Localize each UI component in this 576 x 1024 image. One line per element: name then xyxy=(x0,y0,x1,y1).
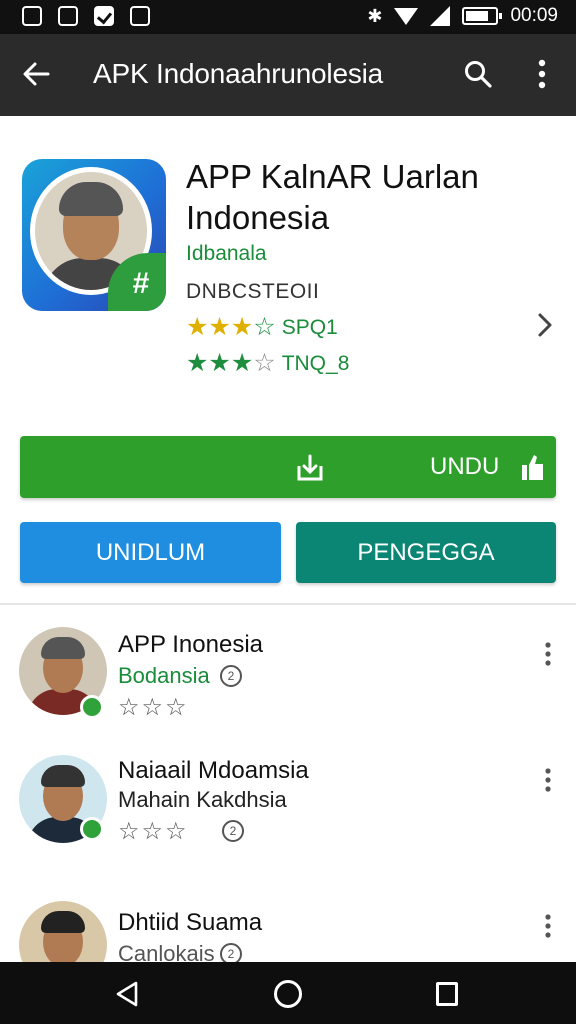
back-arrow-icon[interactable] xyxy=(22,60,50,88)
app-size: DNBCSTEOII xyxy=(186,280,320,303)
signal-icon xyxy=(430,6,451,26)
install-label: UNDU xyxy=(430,453,500,480)
star-filled-icon: ★ xyxy=(186,313,209,341)
app-developer[interactable]: Idbanala xyxy=(186,242,267,266)
star-rating-2: ★★★☆ xyxy=(186,349,276,378)
star-filled-icon: ★ xyxy=(208,349,231,377)
list-item-subtitle: Mahain Kakdhsia xyxy=(118,787,287,812)
stats-icon xyxy=(130,6,150,26)
star-empty-icon: ☆ xyxy=(165,694,189,721)
info-icon: 2 xyxy=(222,820,244,842)
wifi-icon xyxy=(394,7,419,25)
verified-badge-icon xyxy=(80,695,104,719)
list-item-title: Dhtiid Suama xyxy=(118,909,263,936)
chevron-right-icon[interactable] xyxy=(534,312,556,338)
more-vert-icon[interactable] xyxy=(528,58,556,90)
app-bar: APK Indonaahrunolesia xyxy=(0,34,576,116)
star-empty-icon: ☆ xyxy=(118,818,142,845)
secondary-button[interactable]: UNIDLUM xyxy=(20,522,281,583)
checkbox-icon xyxy=(94,6,114,26)
more-vert-icon[interactable] xyxy=(540,641,556,667)
star-empty-icon: ☆ xyxy=(141,818,166,845)
status-bar: ✱ 00:09 xyxy=(0,0,576,34)
info-icon: 2 xyxy=(220,665,242,687)
star-empty-icon: ☆ xyxy=(165,818,189,845)
rating-2-text: TNQ_8 xyxy=(281,351,350,375)
star-filled-icon: ★ xyxy=(186,349,209,377)
app-title: APP KalnAR Uarlan Indonesia xyxy=(186,158,479,236)
star-filled-icon: ★ xyxy=(230,349,254,377)
nav-home-icon[interactable] xyxy=(274,980,302,1008)
rating-row-1: ★★★☆ SPQ1 xyxy=(186,313,338,342)
list-item-stars: ☆☆☆ xyxy=(118,693,189,722)
app-icon: # xyxy=(22,159,166,311)
install-button[interactable]: UNDU xyxy=(20,436,556,498)
battery-icon xyxy=(462,7,503,25)
list-item-title: APP Inonesia xyxy=(118,631,263,658)
more-vert-icon[interactable] xyxy=(540,767,556,793)
star-empty-icon: ☆ xyxy=(253,313,276,341)
navigation-bar xyxy=(0,962,576,1024)
search-icon[interactable] xyxy=(464,60,492,88)
rating-row-2: ★★★☆ TNQ_8 xyxy=(186,349,349,378)
list-item[interactable]: APP Inonesia Bodansia 2 ☆☆☆ xyxy=(0,613,576,743)
list-item-subtitle: Bodansia xyxy=(118,663,210,688)
star-empty-icon: ☆ xyxy=(118,694,142,721)
star-filled-icon: ★ xyxy=(230,313,254,341)
bluetooth-icon: ✱ xyxy=(367,5,383,26)
download-icon xyxy=(297,454,323,481)
star-empty-icon: ☆ xyxy=(253,349,276,377)
thumbs-up-icon xyxy=(522,455,543,480)
app-header-card: # APP KalnAR Uarlan Indonesia Idbanala D… xyxy=(0,116,576,604)
more-vert-icon[interactable] xyxy=(540,913,556,939)
star-empty-icon: ☆ xyxy=(141,694,166,721)
star-rating-1: ★★★☆ xyxy=(186,313,276,342)
nav-back-icon[interactable] xyxy=(114,980,140,1008)
notification-icons xyxy=(22,6,150,26)
status-time: 00:09 xyxy=(510,5,558,26)
system-icons: ✱ 00:09 xyxy=(367,5,558,27)
primary-button[interactable]: PENGEGGA xyxy=(296,522,556,583)
star-filled-icon: ★ xyxy=(208,313,231,341)
app-bar-title: APK Indonaahrunolesia xyxy=(93,58,384,89)
list-item-title: Naiaail Mdoamsia xyxy=(118,757,309,784)
screenshot-icon xyxy=(58,6,78,26)
verified-badge-icon xyxy=(80,817,104,841)
list-item[interactable]: Naiaail Mdoamsia Mahain Kakdhsia ☆☆☆ 2 xyxy=(0,741,576,871)
image-icon xyxy=(22,6,42,26)
rating-1-text: SPQ1 xyxy=(281,315,338,339)
list-item-stars: ☆☆☆ xyxy=(118,817,189,846)
divider xyxy=(0,603,576,605)
nav-recents-icon[interactable] xyxy=(436,982,458,1006)
